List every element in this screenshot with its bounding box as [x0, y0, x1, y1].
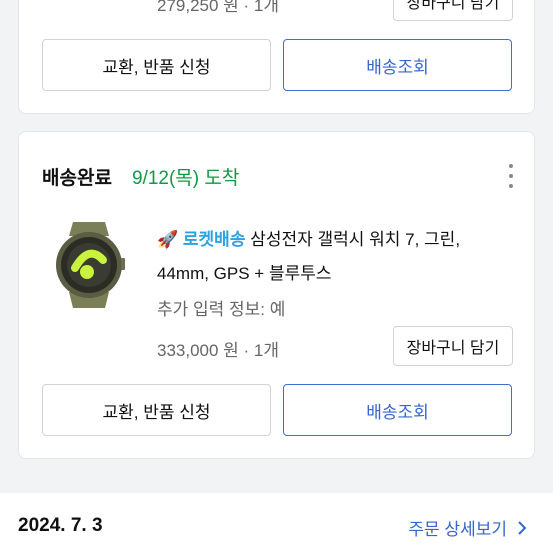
price-qty: 279,250 원 · 1개 [157, 0, 280, 15]
product-title-line1[interactable]: 🚀 로켓배송 삼성전자 갤럭시 워치 7, 그린, [157, 225, 460, 250]
order-date: 2024. 7. 3 [18, 515, 103, 536]
order-card-previous: 279,250 원 · 1개 장바구니 담기 교환, 반품 신청 배송조회 [18, 0, 535, 114]
chevron-right-icon [518, 520, 527, 535]
rocket-delivery-label: 로켓배송 [182, 230, 246, 249]
arrival-date: 9/12(목) 도착 [132, 168, 240, 189]
product-name: 삼성전자 갤럭시 워치 7, 그린, [250, 230, 461, 249]
rocket-icon: 🚀 [157, 230, 179, 249]
extra-info: 추가 입력 정보: 예 [157, 300, 286, 319]
product-thumbnail[interactable] [47, 214, 131, 314]
exchange-return-button[interactable]: 교환, 반품 신청 [42, 39, 271, 91]
track-delivery-button[interactable]: 배송조회 [283, 384, 512, 436]
track-delivery-button[interactable]: 배송조회 [283, 39, 512, 91]
add-to-cart-button[interactable]: 장바구니 담기 [393, 0, 513, 21]
order-detail-label: 주문 상세보기 [408, 520, 507, 539]
price-qty: 333,000 원 · 1개 [157, 341, 280, 360]
next-order-header: 2024. 7. 3 주문 상세보기 [0, 493, 553, 553]
order-detail-link[interactable]: 주문 상세보기 [408, 515, 527, 540]
add-to-cart-button[interactable]: 장바구니 담기 [393, 326, 513, 366]
order-card: 배송완료 9/12(목) 도착 🚀 로켓배송 삼성전자 갤럭시 워치 7, 그린… [18, 131, 535, 459]
product-title-line2[interactable]: 44mm, GPS + 블루투스 [157, 259, 332, 284]
more-vert-icon[interactable] [508, 164, 514, 188]
exchange-return-button[interactable]: 교환, 반품 신청 [42, 384, 271, 436]
delivery-status: 배송완료 [42, 168, 112, 189]
